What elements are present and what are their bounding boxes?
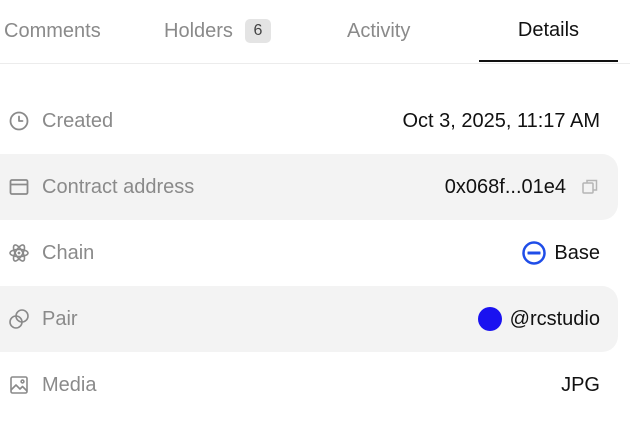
tab-details-label: Details [517, 18, 580, 41]
created-label: Created [42, 109, 114, 132]
clock-icon [8, 110, 30, 132]
detail-row-chain: Chain Base [0, 220, 618, 286]
tab-bar: Comments Holders 6 Activity Details [0, 0, 630, 64]
contract-card-icon [8, 176, 30, 198]
tab-comments-label: Comments [4, 19, 101, 42]
chain-label: Chain [42, 241, 95, 264]
tab-activity-label: Activity [347, 19, 411, 42]
media-value: JPG [561, 373, 600, 396]
detail-row-contract-address: Contract address 0x068f...01e4 [0, 154, 618, 220]
copy-icon[interactable] [580, 177, 600, 197]
detail-row-media: Media JPG [0, 352, 618, 418]
tab-comments[interactable]: Comments [4, 0, 101, 62]
tab-holders-label: Holders [164, 19, 233, 42]
media-label: Media [42, 373, 97, 396]
atom-icon [8, 242, 30, 264]
base-chain-icon [522, 241, 547, 265]
chain-value: Base [554, 241, 600, 264]
contract-address-value: 0x068f...01e4 [444, 175, 566, 198]
detail-row-pair: Pair @rcstudio [0, 286, 618, 352]
linked-circles-icon [8, 308, 30, 330]
pair-avatar [477, 307, 502, 331]
tab-holders[interactable]: Holders 6 [164, 0, 271, 62]
pair-value[interactable]: @rcstudio [510, 308, 600, 331]
tab-activity[interactable]: Activity [347, 0, 410, 62]
created-value: Oct 3, 2025, 11:17 AM [402, 109, 600, 132]
detail-row-created: Created Oct 3, 2025, 11:17 AM [0, 88, 618, 154]
pair-label: Pair [42, 307, 78, 330]
holders-count-badge: 6 [244, 19, 271, 43]
image-icon [8, 374, 30, 396]
tab-details[interactable]: Details [479, 0, 618, 62]
contract-address-label: Contract address [42, 175, 195, 198]
details-list: Created Oct 3, 2025, 11:17 AM Contract a… [0, 88, 630, 418]
